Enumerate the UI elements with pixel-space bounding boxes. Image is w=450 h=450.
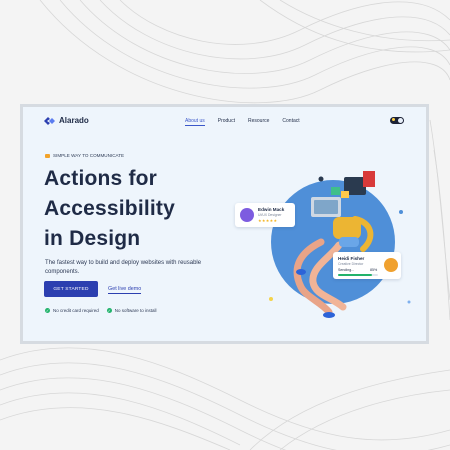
brand-logo[interactable]: Alarado: [44, 116, 89, 125]
get-started-button[interactable]: GET STARTED: [44, 281, 98, 297]
profile-card-edwin[interactable]: Edwin Mack UI/UX Designer ★★★★★: [235, 203, 295, 227]
headline-line-2: Accessibility: [44, 197, 175, 220]
nav-item-resource[interactable]: Resource: [248, 118, 269, 126]
main-menu: About us Product Resource Contact: [185, 118, 300, 126]
rating-stars-icon: ★★★★★: [258, 218, 278, 223]
check-no-software: ✓ No software to install: [106, 308, 157, 313]
feature-checks: ✓ No credit card required ✓ No software …: [45, 308, 157, 313]
nav-item-about-us[interactable]: About us: [185, 118, 205, 126]
live-demo-link[interactable]: Get live demo: [108, 286, 142, 294]
avatar: [384, 258, 398, 272]
task-status: Sending...: [338, 268, 355, 272]
progress-percent: 85%: [370, 268, 378, 272]
theme-toggle[interactable]: [390, 117, 404, 124]
logo-mark-icon: [44, 116, 55, 125]
profile-role: UI/UX Designer: [258, 213, 282, 217]
top-navbar: Alarado About us Product Resource Contac…: [23, 107, 426, 137]
decor-dot: [269, 297, 273, 301]
profile-card-heidi[interactable]: Heidi Fisher Creative Director Sending..…: [333, 252, 401, 279]
decor-dot: [399, 210, 403, 214]
headline-line-1: Actions for: [44, 167, 158, 190]
progress-bar: [338, 274, 378, 276]
toggle-knob: [398, 118, 403, 123]
hero-headline: Actions for Accessibility in Design: [44, 164, 175, 254]
brand-name: Alarado: [59, 116, 89, 125]
check-label: No credit card required: [53, 308, 99, 313]
hero-subtext: The fastest way to build and deploy webs…: [45, 260, 202, 275]
headline-line-3: in Design: [44, 227, 141, 250]
landing-page-card: Alarado About us Product Resource Contac…: [20, 104, 429, 344]
check-icon: ✓: [45, 308, 50, 313]
hero-illustration: [269, 171, 411, 318]
profile-name: Edwin Mack: [258, 207, 285, 212]
nav-item-product[interactable]: Product: [218, 118, 235, 126]
moon-icon: [392, 118, 395, 121]
check-label: No software to install: [114, 308, 157, 313]
hero-eyebrow: SIMPLE WAY TO COMMUNICATE: [45, 153, 124, 158]
progress-bar-fill: [338, 274, 372, 276]
profile-name: Heidi Fisher: [338, 256, 365, 261]
check-no-credit-card: ✓ No credit card required: [45, 308, 99, 313]
decor-dot: [407, 300, 411, 304]
check-icon: ✓: [106, 308, 112, 313]
avatar: [240, 208, 254, 222]
nav-item-contact[interactable]: Contact: [282, 118, 299, 126]
eyebrow-text: SIMPLE WAY TO COMMUNICATE: [53, 153, 125, 158]
profile-role: Creative Director: [338, 262, 364, 266]
flag-icon: [45, 153, 50, 158]
